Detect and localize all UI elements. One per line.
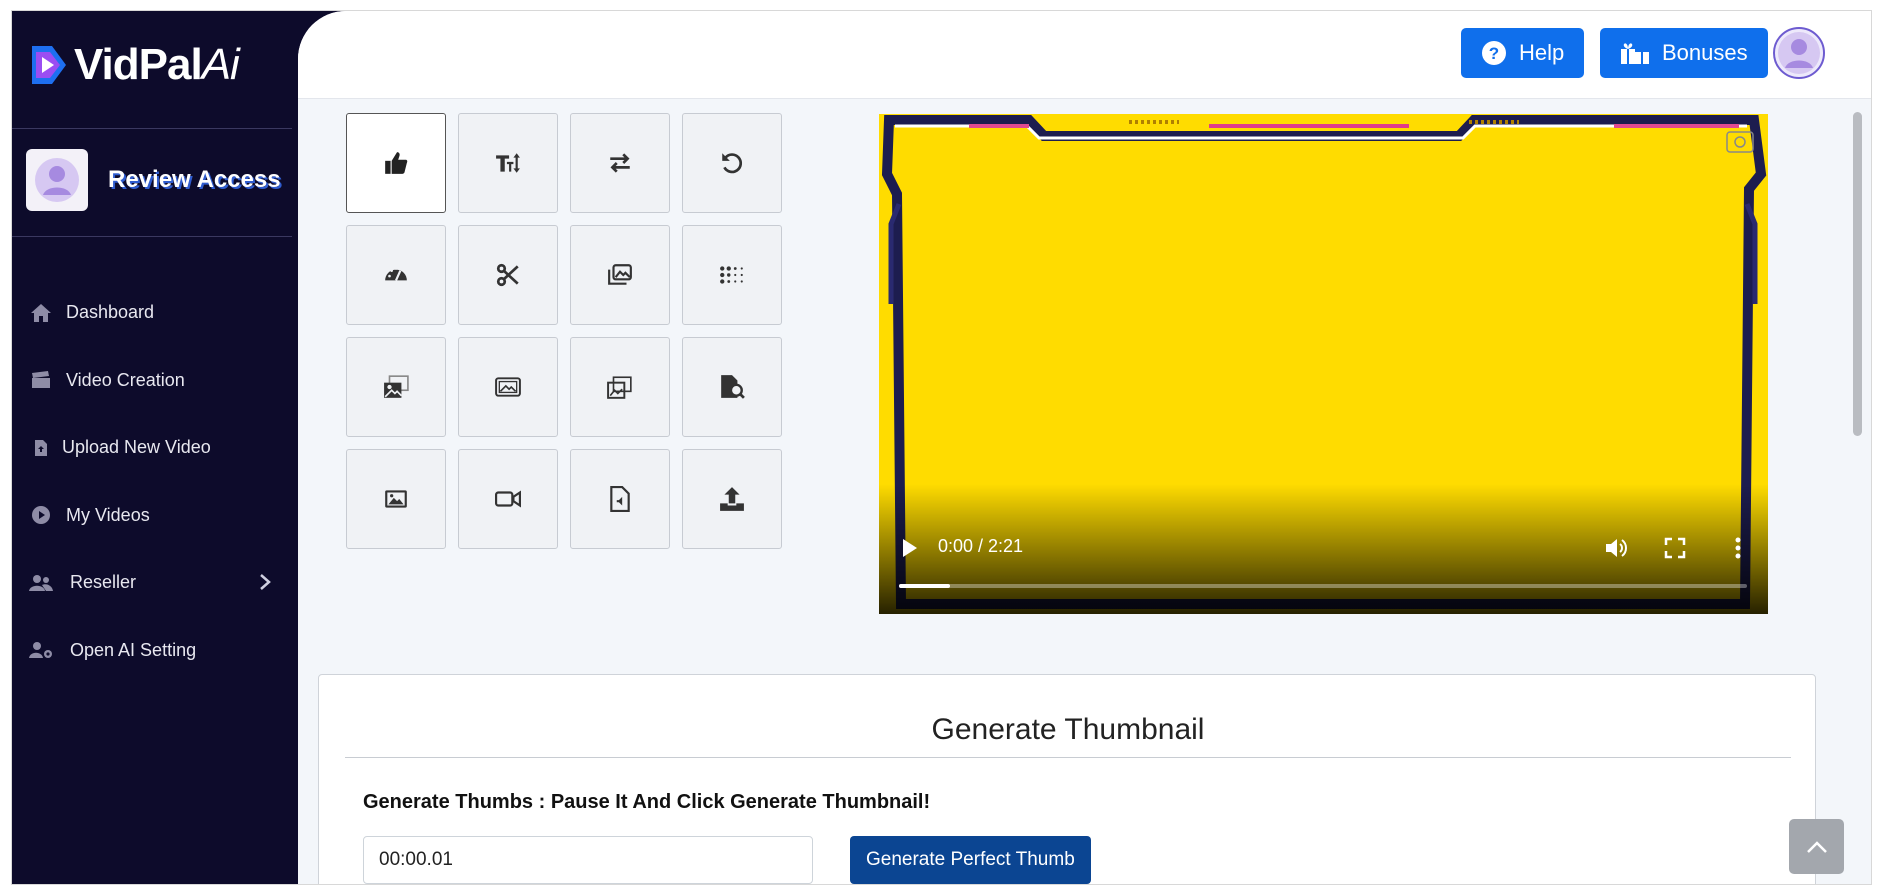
gallery-icon (607, 376, 632, 399)
user-avatar[interactable] (1773, 27, 1825, 79)
thumbs-up-icon (385, 152, 408, 174)
scroll-to-top-button[interactable] (1789, 819, 1844, 874)
video-progress-bar[interactable] (899, 584, 1747, 588)
tool-dots-grid[interactable] (682, 225, 782, 325)
divider (12, 236, 292, 237)
clapperboard-icon (28, 369, 54, 391)
avatar (26, 149, 88, 211)
tool-upload[interactable] (682, 449, 782, 549)
tool-speed[interactable] (346, 225, 446, 325)
brand-logo[interactable]: VidPalAi (26, 35, 288, 95)
undo-icon (722, 153, 743, 174)
more-options-icon[interactable] (1734, 536, 1742, 560)
video-time: 0:00 / 2:21 (938, 536, 1024, 556)
sidebar-item-open-ai-setting[interactable]: Open AI Setting (12, 617, 299, 685)
tool-image[interactable] (346, 449, 446, 549)
bonuses-label: Bonuses (1662, 40, 1748, 65)
vertical-scrollbar[interactable] (1848, 104, 1866, 884)
tool-undo[interactable] (682, 113, 782, 213)
tool-file-search[interactable] (682, 337, 782, 437)
sidebar-item-reseller[interactable]: Reseller (12, 549, 299, 617)
video-player[interactable]: 0:00 / 2:21 (879, 114, 1768, 614)
top-bar: ? Help Bonuses (298, 11, 1871, 99)
sidebar-item-my-videos[interactable]: My Videos (12, 482, 299, 550)
users-icon (28, 572, 54, 594)
image-icon (385, 490, 407, 508)
tool-cut[interactable] (458, 225, 558, 325)
thumbnail-instruction: Generate Thumbs : Pause It And Click Gen… (363, 791, 931, 813)
tool-images[interactable] (346, 337, 446, 437)
tool-grid (346, 113, 796, 563)
user-gear-icon (28, 639, 54, 661)
sidebar-item-label: Open AI Setting (70, 639, 197, 660)
divider (12, 128, 292, 129)
help-label: Help (1519, 40, 1565, 65)
sidebar-item-dashboard[interactable]: Dashboard (12, 279, 299, 347)
scissors-icon (496, 263, 519, 287)
sidebar-nav: Dashboard Video Creation Upload New Vide… (12, 279, 299, 684)
play-circle-icon (28, 504, 54, 526)
generate-perfect-thumb-button[interactable]: Generate Perfect Thumb (850, 836, 1091, 884)
image-frame-icon (495, 377, 521, 397)
tool-audio-file[interactable] (570, 449, 670, 549)
sidebar-item-label: Upload New Video (62, 437, 211, 458)
sidebar-item-upload-new-video[interactable]: Upload New Video (12, 414, 299, 482)
file-upload-icon (28, 437, 54, 459)
image-stack-icon (608, 264, 632, 285)
video-camera-icon (495, 490, 521, 508)
divider (345, 757, 1791, 758)
app-window: VidPalAi Review Access Dashboard Video C… (11, 10, 1872, 885)
sidebar: VidPalAi Review Access Dashboard Video C… (12, 11, 299, 884)
swap-arrows-icon (610, 153, 630, 173)
sidebar-profile[interactable]: Review Access (26, 149, 281, 211)
text-size-icon (496, 153, 520, 173)
file-search-icon (721, 375, 745, 399)
thumbnail-time-input[interactable] (363, 836, 813, 884)
audio-file-icon (610, 486, 630, 512)
sidebar-item-label: Video Creation (66, 369, 185, 390)
tool-image-frame[interactable] (458, 337, 558, 437)
tool-image-stack[interactable] (570, 225, 670, 325)
video-controls: 0:00 / 2:21 (879, 484, 1768, 614)
dots-grid-icon (720, 266, 743, 284)
generate-thumbnail-card: Generate Thumbnail Generate Thumbs : Pau… (318, 674, 1816, 884)
sidebar-item-label: My Videos (66, 504, 150, 525)
upload-icon (720, 487, 744, 511)
home-icon (28, 302, 54, 324)
chevron-right-icon (259, 571, 271, 597)
chevron-up-icon (1806, 840, 1827, 853)
video-progress-fill (899, 584, 950, 588)
sidebar-item-video-creation[interactable]: Video Creation (12, 347, 299, 415)
images-icon (384, 375, 409, 398)
question-circle-icon: ? (1481, 40, 1507, 66)
sidebar-item-label: Reseller (70, 572, 137, 593)
tool-thumbs-up[interactable] (346, 113, 446, 213)
bonuses-button[interactable]: Bonuses (1600, 28, 1768, 78)
gauge-icon (385, 267, 407, 281)
tool-swap[interactable] (570, 113, 670, 213)
scrollbar-thumb[interactable] (1853, 112, 1862, 436)
volume-icon[interactable] (1604, 536, 1630, 560)
logo-mark-icon (26, 42, 72, 88)
tool-text-size[interactable] (458, 113, 558, 213)
tool-video[interactable] (458, 449, 558, 549)
brand-wordmark: VidPalAi (74, 40, 240, 89)
gifts-icon (1620, 41, 1650, 65)
profile-name: Review Access (108, 166, 281, 193)
tool-gallery[interactable] (570, 337, 670, 437)
card-title: Generate Thumbnail (931, 713, 1205, 746)
sidebar-item-label: Dashboard (66, 302, 155, 323)
play-icon[interactable] (899, 537, 919, 559)
svg-text:?: ? (1489, 44, 1499, 63)
main-content: ? Help Bonuses 0:00 / 2:21 Generate Thum… (298, 11, 1871, 884)
fullscreen-icon[interactable] (1664, 537, 1686, 559)
help-button[interactable]: ? Help (1461, 28, 1585, 78)
